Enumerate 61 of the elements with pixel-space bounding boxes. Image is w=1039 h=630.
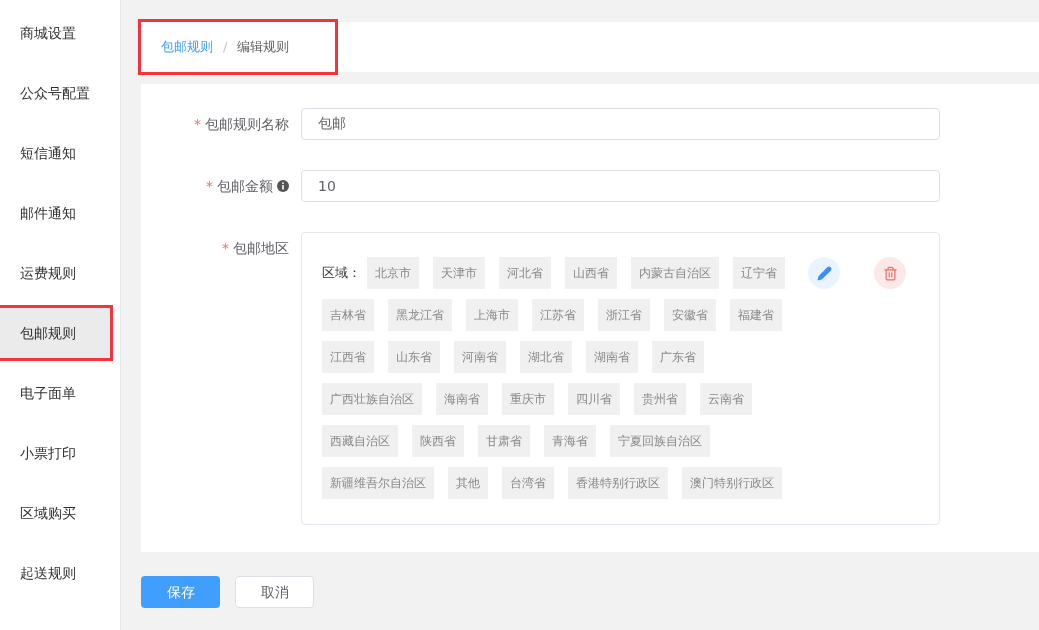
delete-button[interactable] xyxy=(874,257,906,289)
trash-icon xyxy=(882,265,898,281)
required-mark: * xyxy=(206,177,213,196)
sidebar-item[interactable]: 电子面单 xyxy=(0,368,110,418)
region-tag: 四川省 xyxy=(568,383,620,415)
region-tag: 海南省 xyxy=(436,383,488,415)
region-tag: 上海市 xyxy=(466,299,518,331)
region-tag: 香港特别行政区 xyxy=(568,467,668,499)
region-tag: 山东省 xyxy=(388,341,440,373)
region-tag: 安徽省 xyxy=(664,299,716,331)
region-tag: 广西壮族自治区 xyxy=(322,383,422,415)
sidebar-item[interactable]: 商城设置 xyxy=(0,8,110,58)
sidebar-item[interactable]: 短信通知 xyxy=(0,128,110,178)
region-tag: 广东省 xyxy=(652,341,704,373)
field-label: 包邮金额 xyxy=(217,177,273,196)
region-tag: 辽宁省 xyxy=(733,257,785,289)
field-label: 包邮地区 xyxy=(233,239,289,258)
sidebar-item[interactable]: 包邮规则 xyxy=(0,308,110,358)
edit-button[interactable] xyxy=(808,257,840,289)
breadcrumb-separator: / xyxy=(223,38,228,57)
region-tag: 澳门特别行政区 xyxy=(682,467,782,499)
region-tag: 台湾省 xyxy=(502,467,554,499)
region-tag: 内蒙古自治区 xyxy=(631,257,719,289)
region-tag: 甘肃省 xyxy=(478,425,530,457)
text-field[interactable]: 包邮 xyxy=(301,108,940,140)
region-tag: 其他 xyxy=(448,467,488,499)
info-icon xyxy=(277,180,289,192)
region-tag: 云南省 xyxy=(700,383,752,415)
sidebar-item[interactable]: 起送规则 xyxy=(0,548,110,598)
region-tag: 青海省 xyxy=(544,425,596,457)
sidebar-item[interactable]: 运费规则 xyxy=(0,248,110,298)
region-tag: 天津市 xyxy=(433,257,485,289)
region-label: 区域： xyxy=(322,264,361,283)
region-tag: 贵州省 xyxy=(634,383,686,415)
region-tag: 新疆维吾尔自治区 xyxy=(322,467,434,499)
field-label: 包邮规则名称 xyxy=(205,115,289,134)
cancel-button[interactable]: 取消 xyxy=(235,576,314,608)
region-tag: 河北省 xyxy=(499,257,551,289)
sidebar-item[interactable]: 邮件通知 xyxy=(0,188,110,238)
sidebar-item[interactable]: 公众号配置 xyxy=(0,68,110,118)
region-tag: 吉林省 xyxy=(322,299,374,331)
pencil-icon xyxy=(816,265,832,281)
required-mark: * xyxy=(222,239,229,258)
region-tag: 黑龙江省 xyxy=(388,299,452,331)
required-mark: * xyxy=(194,115,201,134)
region-tag: 湖北省 xyxy=(520,341,572,373)
region-tag: 山西省 xyxy=(565,257,617,289)
sidebar-item[interactable]: 小票打印 xyxy=(0,428,110,478)
region-tag: 福建省 xyxy=(730,299,782,331)
region-tag: 江西省 xyxy=(322,341,374,373)
text-field[interactable]: 10 xyxy=(301,170,940,202)
region-tag: 河南省 xyxy=(454,341,506,373)
region-tag: 重庆市 xyxy=(502,383,554,415)
region-tag: 西藏自治区 xyxy=(322,425,398,457)
region-tag: 浙江省 xyxy=(598,299,650,331)
region-tag: 北京市 xyxy=(367,257,419,289)
region-tag: 陕西省 xyxy=(412,425,464,457)
region-tag: 江苏省 xyxy=(532,299,584,331)
region-tag: 宁夏回族自治区 xyxy=(610,425,710,457)
sidebar-item[interactable]: 区域购买 xyxy=(0,488,110,538)
region-tag: 湖南省 xyxy=(586,341,638,373)
